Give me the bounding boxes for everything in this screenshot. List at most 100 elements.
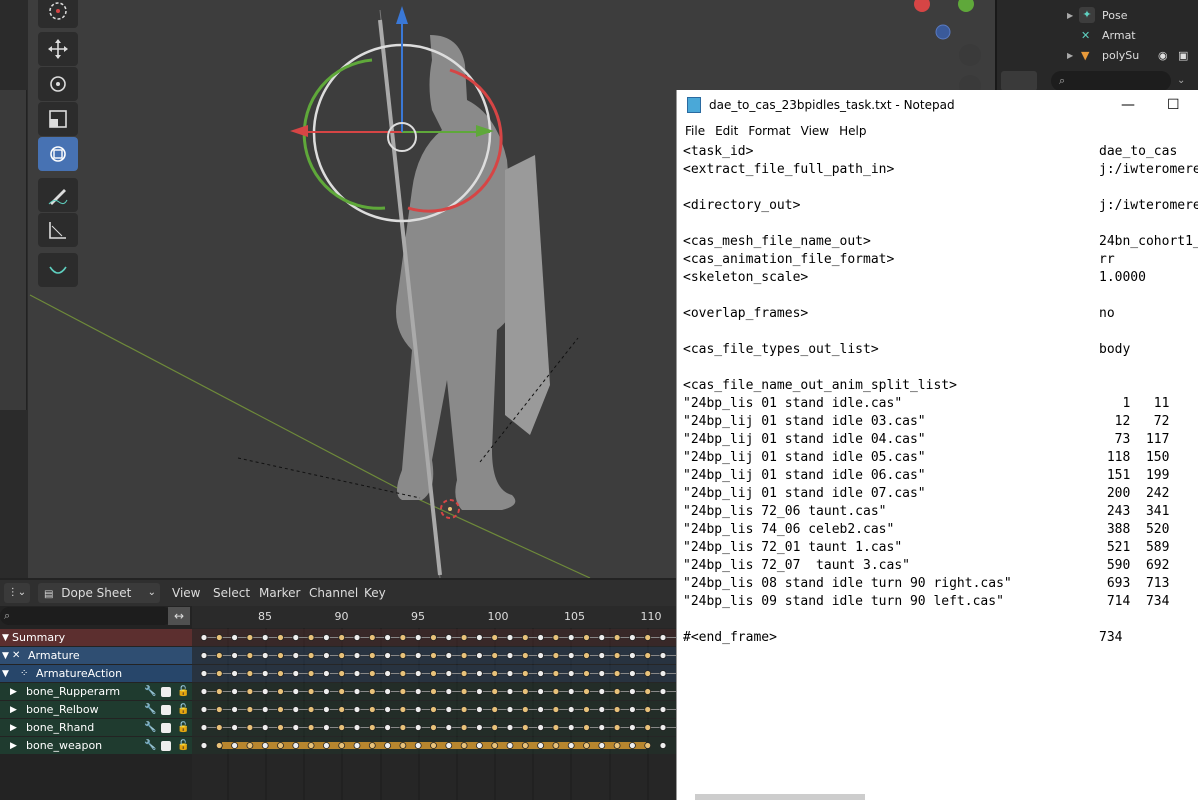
- annotate-tool-icon[interactable]: [38, 178, 78, 212]
- keyframe-track[interactable]: [192, 701, 676, 718]
- keyframe-marker: [521, 634, 529, 641]
- frame-ruler[interactable]: 85 90 95 100 105 110: [192, 606, 676, 628]
- modifier-icon[interactable]: 🔧: [144, 686, 156, 697]
- expand-arrow-icon[interactable]: ▶: [10, 705, 17, 715]
- text-line-key: <extract_file_full_path_in>: [683, 162, 895, 177]
- minimize-icon[interactable]: —: [1121, 97, 1135, 113]
- outliner-item-armature[interactable]: ✕ Armat: [997, 25, 1198, 45]
- move-tool-icon[interactable]: [38, 32, 78, 66]
- keyframe-marker: [552, 670, 560, 677]
- expand-arrow-icon[interactable]: ▶: [10, 741, 17, 751]
- menu-view[interactable]: View: [172, 586, 200, 600]
- expand-arrow-icon[interactable]: ▶: [10, 723, 17, 733]
- keyframe-marker: [277, 634, 284, 641]
- channel-armature[interactable]: ▼ Armature ✕: [0, 647, 192, 664]
- menu-channel[interactable]: Channel: [309, 586, 358, 600]
- outliner-item-pose[interactable]: ▶ ✦ Pose: [997, 5, 1198, 25]
- menu-key[interactable]: Key: [364, 586, 386, 600]
- camera-icon[interactable]: ▣: [1178, 49, 1188, 62]
- keyframe-marker: [338, 742, 346, 749]
- outliner-search-input[interactable]: ⌕: [1051, 71, 1171, 91]
- expand-arrow-icon[interactable]: ▶: [10, 687, 17, 697]
- checkbox[interactable]: [161, 722, 171, 733]
- keyframe-marker: [322, 724, 330, 731]
- editor-type-icon[interactable]: ⋮⌄: [4, 583, 30, 603]
- channel-bone_rhand[interactable]: ▶ bone_Rhand 🔧 🔓: [0, 719, 192, 736]
- menu-marker[interactable]: Marker: [259, 586, 300, 600]
- channel-search-input[interactable]: ⌕: [0, 607, 172, 625]
- menu-file[interactable]: File: [685, 124, 705, 138]
- keyframe-track[interactable]: [192, 737, 676, 754]
- text-line-value: 200 242: [1099, 486, 1170, 501]
- expand-arrow-icon[interactable]: ▶: [1067, 51, 1073, 60]
- expand-arrow-icon[interactable]: ▼: [2, 633, 9, 643]
- keyframe-marker: [200, 670, 208, 677]
- outliner-item-polysu[interactable]: ▶ ▼ polySu ◉ ▣: [997, 45, 1198, 65]
- lock-icon[interactable]: 🔓: [177, 740, 189, 751]
- keyframe-marker: [353, 670, 361, 677]
- lock-icon[interactable]: 🔓: [177, 722, 189, 733]
- channel-bone_rupperarm[interactable]: ▶ bone_Rupperarm 🔧 🔓: [0, 683, 192, 700]
- modifier-icon[interactable]: 🔧: [144, 704, 156, 715]
- horizontal-scrollbar[interactable]: [695, 794, 865, 800]
- filter-dropdown-icon[interactable]: ⌄: [1177, 71, 1197, 91]
- keyframe-marker: [598, 724, 606, 731]
- checkbox[interactable]: [161, 740, 171, 751]
- eye-icon[interactable]: ◉: [1158, 49, 1168, 62]
- channel-armatureaction[interactable]: ▼ ArmatureAction ⁘: [0, 665, 192, 682]
- mode-dropdown[interactable]: ▤ Dope Sheet ⌄: [38, 583, 160, 603]
- keyframe-marker: [506, 742, 514, 749]
- menu-select[interactable]: Select: [213, 586, 250, 600]
- keyframe-marker: [598, 742, 606, 749]
- keyframe-marker: [246, 652, 254, 659]
- checkbox[interactable]: [161, 686, 171, 697]
- keyframe-track[interactable]: [192, 629, 676, 646]
- scale-tool-icon[interactable]: [38, 102, 78, 136]
- channel-bone_relbow[interactable]: ▶ bone_Relbow 🔧 🔓: [0, 701, 192, 718]
- menu-edit[interactable]: Edit: [715, 124, 738, 138]
- keyframe-marker: [322, 634, 330, 641]
- keyframe-marker: [552, 634, 560, 641]
- lock-icon[interactable]: 🔓: [177, 704, 189, 715]
- lock-icon[interactable]: 🔓: [177, 686, 189, 697]
- ruler-tick-label: 105: [564, 610, 585, 623]
- keyframe-track[interactable]: [192, 647, 676, 664]
- keyframe-marker: [261, 688, 269, 695]
- keyframe-marker: [277, 724, 284, 731]
- notepad-text-area[interactable]: <task_id> dae_to_cas <extract_file_full_pa…: [677, 141, 1198, 796]
- channel-summary[interactable]: ▼ Summary: [0, 629, 192, 646]
- add-curve-tool-icon[interactable]: [38, 253, 78, 287]
- keyframe-track[interactable]: [192, 665, 676, 682]
- modifier-icon[interactable]: 🔧: [144, 740, 156, 751]
- menu-help[interactable]: Help: [839, 124, 866, 138]
- measure-tool-icon[interactable]: [38, 213, 78, 247]
- keyframe-marker: [628, 670, 636, 677]
- keyframe-track[interactable]: [192, 683, 676, 700]
- keyframe-marker: [506, 634, 514, 641]
- keyframe-marker: [246, 670, 254, 677]
- keyframe-track[interactable]: [192, 719, 676, 736]
- text-line-key: "24bp_lis 72_06 taunt.cas": [683, 504, 887, 519]
- maximize-icon[interactable]: ☐: [1167, 97, 1180, 113]
- menu-format[interactable]: Format: [748, 124, 790, 138]
- modifier-icon[interactable]: 🔧: [144, 722, 156, 733]
- keyframe-marker: [200, 634, 208, 641]
- editor-type-button[interactable]: [1001, 71, 1037, 91]
- channel-bone_weapon[interactable]: ▶ bone_weapon 🔧 🔓: [0, 737, 192, 754]
- keyframe-marker: [368, 742, 376, 749]
- keyframe-marker: [215, 742, 223, 749]
- notepad-titlebar: dae_to_cas_23bpidles_task.txt - Notepad …: [677, 90, 1198, 120]
- transform-tool-icon[interactable]: [38, 137, 78, 171]
- expand-arrow-icon[interactable]: ▼: [2, 669, 9, 679]
- checkbox[interactable]: [161, 704, 171, 715]
- menu-view[interactable]: View: [801, 124, 829, 138]
- keyframe-marker: [460, 652, 468, 659]
- rotate-tool-icon[interactable]: [38, 67, 78, 101]
- text-line-key: <cas_mesh_file_name_out>: [683, 234, 871, 249]
- cursor-tool-icon[interactable]: [38, 0, 78, 28]
- keyframe-marker: [491, 724, 499, 731]
- expand-arrow-icon[interactable]: ▶: [1067, 11, 1073, 20]
- keyframe-marker: [659, 724, 667, 731]
- sync-toggle-icon[interactable]: ↔: [168, 607, 190, 625]
- expand-arrow-icon[interactable]: ▼: [2, 651, 9, 661]
